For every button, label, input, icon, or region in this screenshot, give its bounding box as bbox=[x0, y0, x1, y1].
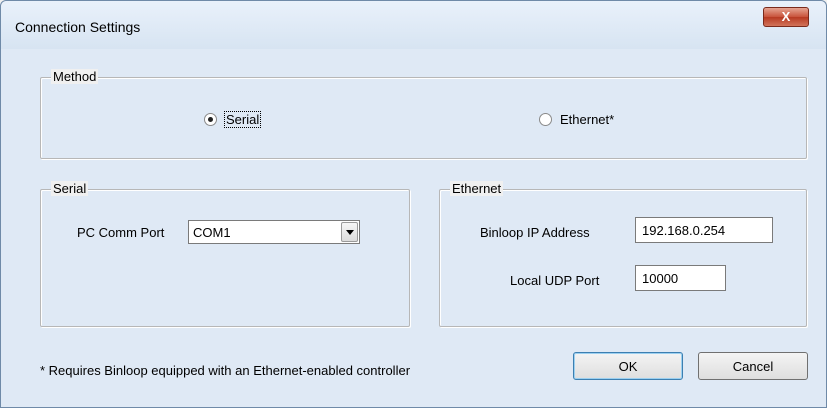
method-group: Method bbox=[40, 69, 807, 159]
ethernet-group: Ethernet bbox=[439, 181, 807, 327]
serial-group: Serial bbox=[40, 181, 410, 327]
local-udp-port-label: Local UDP Port bbox=[510, 273, 600, 288]
ok-button[interactable]: OK bbox=[573, 352, 683, 380]
close-button[interactable]: X bbox=[763, 7, 809, 27]
pc-comm-port-value: COM1 bbox=[193, 224, 231, 240]
ethernet-group-label: Ethernet bbox=[450, 181, 504, 196]
method-group-label: Method bbox=[51, 69, 99, 84]
local-udp-port-input[interactable] bbox=[635, 265, 726, 291]
radio-serial-label: Serial bbox=[223, 111, 262, 128]
radio-ethernet-label: Ethernet* bbox=[560, 112, 615, 127]
cancel-button[interactable]: Cancel bbox=[698, 352, 808, 380]
chevron-down-icon bbox=[345, 229, 354, 235]
title-bar[interactable]: Connection Settings X bbox=[1, 1, 826, 49]
pc-comm-port-label: PC Comm Port bbox=[77, 225, 165, 240]
ethernet-requirement-note: * Requires Binloop equipped with an Ethe… bbox=[40, 363, 411, 378]
radio-ethernet[interactable]: Ethernet* bbox=[539, 112, 614, 127]
radio-serial[interactable]: Serial bbox=[204, 111, 262, 128]
binloop-ip-address-input[interactable] bbox=[635, 217, 773, 243]
binloop-ip-address-label: Binloop IP Address bbox=[480, 225, 590, 240]
cancel-button-label: Cancel bbox=[732, 358, 774, 374]
ok-button-label: OK bbox=[618, 358, 638, 374]
radio-ethernet-indicator[interactable] bbox=[539, 113, 552, 126]
pc-comm-port-select[interactable]: COM1 bbox=[188, 220, 360, 244]
window-title: Connection Settings bbox=[15, 19, 141, 35]
serial-group-label: Serial bbox=[51, 181, 89, 196]
close-icon: X bbox=[781, 9, 791, 24]
dropdown-button[interactable] bbox=[341, 222, 358, 242]
radio-serial-indicator[interactable] bbox=[204, 113, 217, 126]
